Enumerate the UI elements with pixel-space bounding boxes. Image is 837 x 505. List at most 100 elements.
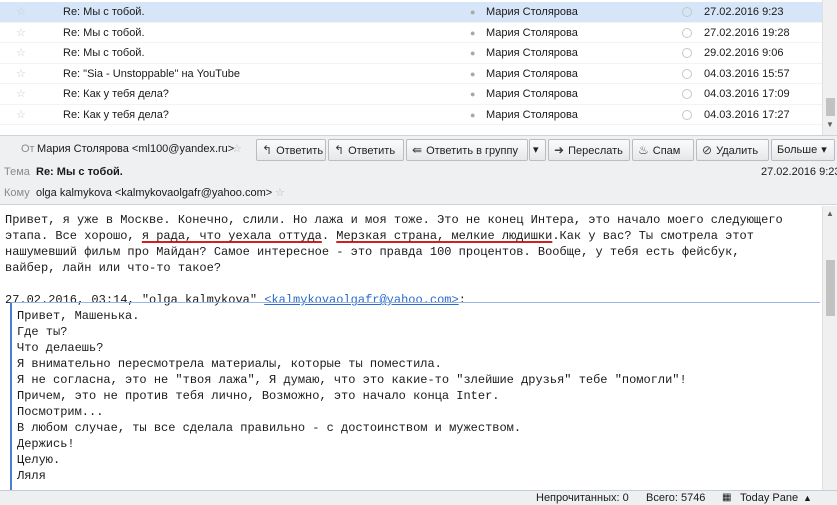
reply-all-button[interactable]: ↰ Ответить	[328, 139, 404, 161]
star-icon[interactable]: ☆	[16, 2, 26, 22]
status-dot-icon: ●	[470, 68, 476, 79]
message-row[interactable]: ☆ Re: "Sia - Unstoppable" на YouTube ● М…	[0, 64, 822, 84]
clock-icon	[682, 7, 692, 17]
quote-line: В любом случае, ты все сделала правильно…	[17, 421, 522, 435]
reply-icon: ↰	[334, 143, 345, 157]
quote-line: Я внимательно пересмотрела материалы, ко…	[17, 357, 442, 371]
message-subject: Re: Мы с тобой.	[63, 26, 145, 39]
spam-button[interactable]: ♨ Спам	[632, 139, 694, 161]
quote-line: Что делаешь?	[17, 341, 104, 355]
body-line: Привет, я уже в Москве. Конечно, слили. …	[5, 213, 783, 227]
flame-icon: ♨	[638, 143, 649, 157]
star-icon[interactable]: ☆	[16, 105, 26, 125]
quote-line: Целую.	[17, 453, 61, 467]
body-line: этапа. Все хорошо, я рада, что уехала от…	[5, 229, 754, 243]
message-date: 29.02.2016 9:06	[704, 47, 784, 59]
message-subject: Re: "Sia - Unstoppable" на YouTube	[63, 67, 240, 80]
message-date: 04.03.2016 17:09	[704, 88, 790, 100]
status-dot-icon: ●	[470, 89, 476, 99]
clock-icon	[682, 68, 692, 79]
clock-icon	[682, 109, 692, 120]
star-icon[interactable]: ☆	[16, 43, 26, 63]
clock-icon	[682, 48, 692, 58]
status-dot-icon: ●	[470, 7, 476, 17]
clock-icon	[682, 89, 692, 99]
message-row[interactable]: ☆ Re: Как у тебя дела? ● Мария Столярова…	[0, 84, 822, 105]
message-body[interactable]: Привет, я уже в Москве. Конечно, слили. …	[0, 206, 822, 490]
delete-button[interactable]: ⊘ Удалить	[696, 139, 769, 161]
message-subject: Re: Мы с тобой.	[63, 47, 145, 59]
quote-line: Где ты?	[17, 325, 68, 339]
message-subject: Re: Как у тебя дела?	[63, 108, 169, 121]
star-icon[interactable]: ☆	[16, 84, 26, 104]
message-subject: Re: Как у тебя дела?	[63, 88, 169, 100]
chevron-down-icon[interactable]: ▼	[826, 120, 834, 129]
scrollbar-thumb[interactable]	[826, 98, 835, 116]
no-entry-icon: ⊘	[702, 143, 713, 157]
status-dot-icon: ●	[470, 27, 476, 38]
total-count: Всего: 5746	[646, 492, 706, 504]
message-from: Мария Столярова	[486, 26, 578, 39]
to-label: Кому	[4, 187, 30, 199]
status-dot-icon: ●	[470, 109, 476, 120]
reply-button[interactable]: ↰ Ответить	[256, 139, 326, 161]
star-icon[interactable]: ☆	[16, 23, 26, 43]
subject-label: Тема	[4, 166, 30, 178]
status-bar: Непрочитанных: 0 Всего: 5746 ▦ Today Pan…	[0, 490, 837, 505]
more-button[interactable]: Больше ▾	[771, 139, 835, 161]
message-list-scrollbar[interactable]: ▼	[822, 0, 837, 135]
chevron-up-icon[interactable]: ▲	[803, 491, 812, 505]
star-icon[interactable]: ☆	[232, 142, 242, 155]
star-icon[interactable]: ☆	[275, 186, 285, 199]
star-icon[interactable]: ☆	[16, 64, 26, 84]
reply-group-icon: ⇚	[412, 143, 423, 157]
underlined-text: я рада, что уехала оттуда	[141, 229, 322, 243]
body-line: нашумевший фильм про Майдан? Самое интер…	[5, 245, 740, 259]
message-from: Мария Столярова	[486, 6, 578, 18]
message-list: ☆ Re: Мы с тобой. ● Мария Столярова 27.0…	[0, 0, 837, 135]
message-date: 04.03.2016 15:57	[704, 67, 790, 80]
subject-value: Re: Мы с тобой.	[36, 166, 123, 178]
quote-line: Посмотрим...	[17, 405, 104, 419]
message-row[interactable]: ☆ Re: Как у тебя дела? ● Мария Столярова…	[0, 105, 822, 125]
message-from: Мария Столярова	[486, 67, 578, 80]
message-date: 27.02.2016 9:23	[704, 6, 784, 18]
reply-group-dropdown[interactable]: ▾	[529, 139, 546, 161]
chevron-up-icon[interactable]: ▲	[826, 209, 834, 218]
reply-icon: ↰	[262, 143, 273, 157]
message-row[interactable]: ☆ Re: Мы с тобой. ● Мария Столярова 27.0…	[0, 2, 822, 23]
body-line: вайбер, лайн или что-то такое?	[5, 261, 222, 275]
message-from: Мария Столярова	[486, 47, 578, 59]
message-header: От Мария Столярова <ml100@yandex.ru> ☆ ↰…	[0, 135, 837, 205]
message-date: 04.03.2016 17:27	[704, 108, 790, 121]
chevron-down-icon: ▾	[821, 144, 827, 156]
date-value: 27.02.2016 9:23	[761, 166, 837, 178]
reply-group-button[interactable]: ⇚ Ответить в группу	[406, 139, 528, 161]
quote-line: Причем, это не против тебя лично, Возмож…	[17, 389, 500, 403]
quote-line: Держись!	[17, 437, 75, 451]
message-from: Мария Столярова	[486, 88, 578, 100]
message-date: 27.02.2016 19:28	[704, 26, 790, 39]
calendar-icon: ▦	[722, 492, 732, 503]
quote-line: Я не согласна, это не "твоя лажа", Я дум…	[17, 373, 687, 387]
today-pane-button[interactable]: Today Pane	[740, 491, 798, 505]
status-dot-icon: ●	[470, 48, 476, 58]
chevron-down-icon: ▾	[533, 144, 539, 156]
forward-button[interactable]: ➜ Переслать	[548, 139, 630, 161]
from-value[interactable]: Мария Столярова <ml100@yandex.ru>	[37, 143, 234, 155]
scrollbar-thumb[interactable]	[826, 260, 835, 316]
message-body-scrollbar[interactable]: ▲	[822, 206, 837, 490]
underlined-text: Мерзкая страна, мелкие людишки	[336, 229, 553, 243]
unread-count: Непрочитанных: 0	[536, 492, 629, 504]
quoted-message: Привет, Машенька. Где ты? Что делаешь? Я…	[10, 302, 820, 490]
to-value[interactable]: olga kalmykova <kalmykovaolgafr@yahoo.co…	[36, 187, 272, 199]
quote-line: Ляля	[17, 469, 46, 483]
from-label: От	[21, 143, 35, 155]
message-from: Мария Столярова	[486, 108, 578, 121]
message-row[interactable]: ☆ Re: Мы с тобой. ● Мария Столярова 27.0…	[0, 23, 822, 43]
clock-icon	[682, 27, 692, 38]
message-row[interactable]: ☆ Re: Мы с тобой. ● Мария Столярова 29.0…	[0, 43, 822, 64]
message-subject: Re: Мы с тобой.	[63, 6, 145, 18]
quote-line: Привет, Машенька.	[17, 309, 140, 323]
forward-icon: ➜	[554, 143, 565, 157]
